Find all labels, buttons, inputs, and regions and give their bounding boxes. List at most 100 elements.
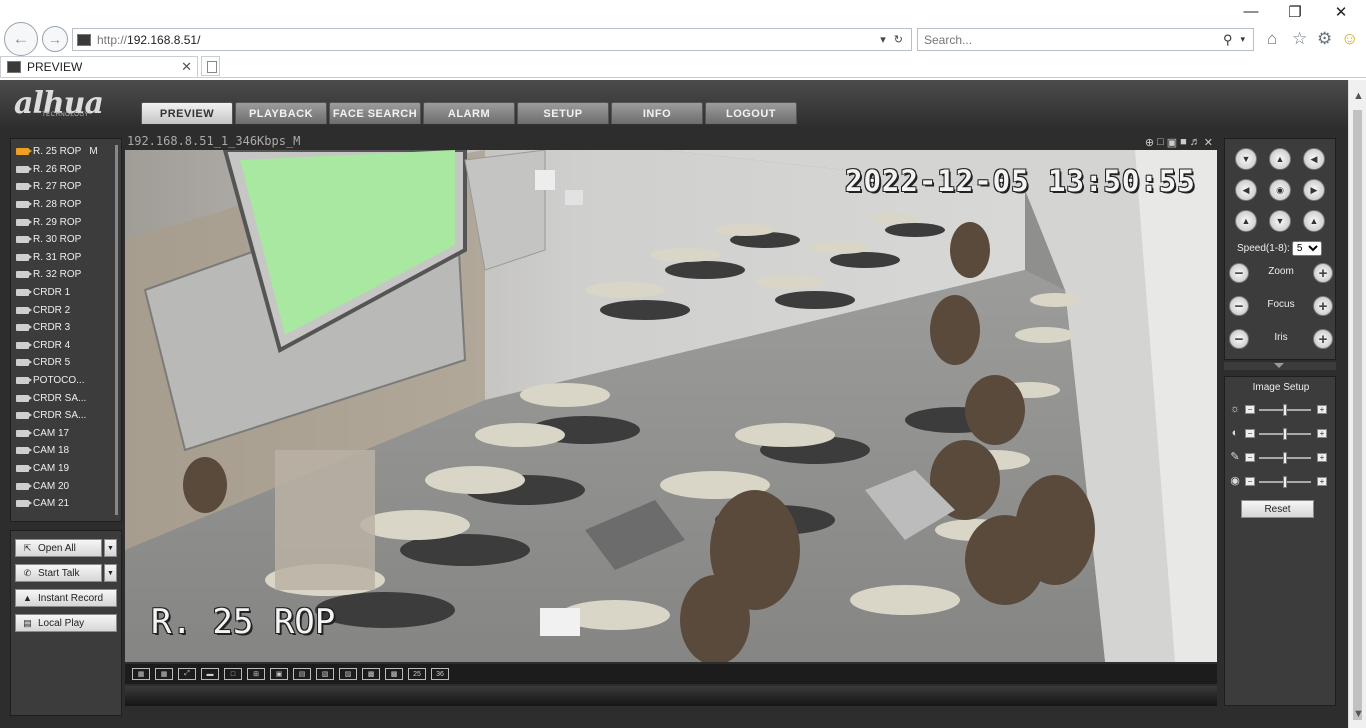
ptz-down-button[interactable]: ▼ — [1269, 210, 1291, 232]
camera-item[interactable]: CAM 21 — [11, 495, 115, 513]
split-mode-4-button[interactable]: ⊞ — [247, 668, 265, 680]
ptz-speed-select[interactable]: 5 — [1291, 241, 1322, 256]
camera-item[interactable]: CAM 19 — [11, 460, 115, 478]
open-all-button[interactable]: ⇱ Open All — [15, 539, 102, 557]
split-mode-full-button[interactable]: ⤢ — [178, 668, 196, 680]
saturation-slider-knob[interactable] — [1283, 452, 1287, 464]
camera-item[interactable]: CRDR 1 — [11, 284, 115, 302]
ptz-auto-button[interactable]: ◉ — [1269, 179, 1291, 201]
zoom-plus-button[interactable]: + — [1313, 263, 1333, 283]
restore-icon[interactable]: ❐ — [1280, 3, 1310, 21]
back-button[interactable]: ← — [4, 22, 38, 56]
camera-item[interactable]: CRDR 3 — [11, 319, 115, 337]
record-icon[interactable]: ■ — [1180, 136, 1187, 149]
camera-item[interactable]: R. 30 ROP — [11, 231, 115, 249]
favorites-star-icon[interactable]: ☆ — [1292, 29, 1307, 49]
camera-item[interactable]: R. 26 ROP — [11, 161, 115, 179]
camera-item[interactable]: CRDR 5 — [11, 354, 115, 372]
camera-list-scrollbar[interactable] — [115, 145, 118, 515]
brightness-decrease-button[interactable]: − — [1245, 405, 1255, 414]
contrast-decrease-button[interactable]: − — [1245, 429, 1255, 438]
iris-plus-button[interactable]: + — [1313, 329, 1333, 349]
split-mode-36-button[interactable]: 36 — [431, 668, 449, 680]
menu-preview[interactable]: PREVIEW — [141, 102, 233, 124]
instant-record-button[interactable]: ▲ Instant Record — [15, 589, 117, 607]
settings-gear-icon[interactable]: ⚙ — [1317, 29, 1332, 49]
camera-item[interactable]: R. 29 ROP — [11, 213, 115, 231]
split-mode-20-button[interactable]: ▩ — [385, 668, 403, 680]
live-video-frame[interactable]: 2022-12-05 13:50:55 R. 25 ROP — [125, 150, 1217, 662]
camera-item[interactable]: R. 31 ROP — [11, 249, 115, 267]
image-reset-button[interactable]: Reset — [1241, 500, 1314, 518]
split-mode-16-button[interactable]: ▩ — [362, 668, 380, 680]
forward-button[interactable]: → — [42, 26, 68, 52]
home-icon[interactable]: ⌂ — [1267, 29, 1277, 49]
search-input[interactable] — [924, 32, 1223, 47]
refresh-icon[interactable]: ↻ — [894, 33, 903, 46]
smiley-feedback-icon[interactable]: ☺ — [1341, 29, 1358, 49]
camera-item[interactable]: CRDR 2 — [11, 301, 115, 319]
open-all-dropdown[interactable]: ▼ — [104, 539, 117, 557]
address-dropdown-icon[interactable]: ▾ — [880, 33, 886, 46]
menu-alarm[interactable]: ALARM — [423, 102, 515, 124]
scroll-up-icon[interactable]: ▲ — [1353, 90, 1364, 102]
search-dropdown-icon[interactable]: ▾ — [1240, 34, 1245, 45]
camera-item[interactable]: CRDR 4 — [11, 337, 115, 355]
hue-slider-knob[interactable] — [1283, 476, 1287, 488]
zoom-in-icon[interactable]: ⊕ — [1145, 136, 1154, 149]
split-mode-8-button[interactable]: ▤ — [293, 668, 311, 680]
ptz-left-button[interactable]: ◀ — [1235, 179, 1257, 201]
scroll-down-icon[interactable]: ▼ — [1353, 708, 1364, 720]
camera-item[interactable]: R. 28 ROP — [11, 196, 115, 214]
camera-item[interactable]: CAM 18 — [11, 442, 115, 460]
start-talk-dropdown[interactable]: ▼ — [104, 564, 117, 582]
camera-item[interactable]: CAM 20 — [11, 477, 115, 495]
split-mode-6-button[interactable]: ▣ — [270, 668, 288, 680]
start-talk-button[interactable]: ✆ Start Talk — [15, 564, 102, 582]
contrast-slider-knob[interactable] — [1283, 428, 1287, 440]
close-video-icon[interactable]: ✕ — [1204, 136, 1213, 149]
snapshot-camera-icon[interactable]: ▣ — [1167, 136, 1177, 149]
camera-item[interactable]: CRDR SA... — [11, 389, 115, 407]
ptz-up-right-button[interactable]: ◀ — [1303, 148, 1325, 170]
camera-item[interactable]: POTOCO... — [11, 372, 115, 390]
brightness-increase-button[interactable]: + — [1317, 405, 1327, 414]
menu-setup[interactable]: SETUP — [517, 102, 609, 124]
menu-logout[interactable]: LOGOUT — [705, 102, 797, 124]
address-bar[interactable]: http://192.168.8.51/ ▾ ↻ — [72, 28, 912, 51]
brightness-slider-knob[interactable] — [1283, 404, 1287, 416]
page-scrollbar[interactable]: ▲ ▼ — [1348, 80, 1366, 728]
ptz-down-left-button[interactable]: ▲ — [1235, 210, 1257, 232]
split-mode-1-button[interactable]: □ — [224, 668, 242, 680]
camera-item[interactable]: R. 27 ROP — [11, 178, 115, 196]
minimize-icon[interactable]: — — [1236, 3, 1266, 20]
close-window-icon[interactable]: ✕ — [1326, 3, 1356, 21]
split-mode-13-button[interactable]: ▨ — [339, 668, 357, 680]
ptz-collapse-toggle[interactable] — [1224, 362, 1336, 370]
search-icon[interactable]: ⚲ — [1223, 32, 1233, 48]
split-mode-wide-button[interactable]: ▬ — [201, 668, 219, 680]
contrast-increase-button[interactable]: + — [1317, 429, 1327, 438]
close-tab-icon[interactable]: ✕ — [181, 59, 192, 75]
focus-plus-button[interactable]: + — [1313, 296, 1333, 316]
camera-item[interactable]: R. 25 ROP M — [11, 143, 115, 161]
scroll-thumb[interactable] — [1353, 110, 1362, 720]
window-icon[interactable]: □ — [1157, 136, 1164, 149]
saturation-increase-button[interactable]: + — [1317, 453, 1327, 462]
hue-increase-button[interactable]: + — [1317, 477, 1327, 486]
menu-info[interactable]: INFO — [611, 102, 703, 124]
local-play-button[interactable]: ▤ Local Play — [15, 614, 117, 632]
ptz-right-button[interactable]: ▶ — [1303, 179, 1325, 201]
browser-tab[interactable]: PREVIEW ✕ — [0, 56, 198, 77]
search-box[interactable]: ⚲ ▾ — [917, 28, 1254, 51]
camera-item[interactable]: R. 32 ROP — [11, 266, 115, 284]
ptz-up-button[interactable]: ▲ — [1269, 148, 1291, 170]
menu-face-search[interactable]: FACE SEARCH — [329, 102, 421, 124]
split-mode-9-button[interactable]: ▧ — [316, 668, 334, 680]
split-mode-2x2-button[interactable]: ▦ — [155, 668, 173, 680]
new-tab-button[interactable] — [201, 56, 220, 76]
camera-item[interactable]: CRDR SA... — [11, 407, 115, 425]
menu-playback[interactable]: PLAYBACK — [235, 102, 327, 124]
camera-item[interactable]: CAM 17 — [11, 425, 115, 443]
hue-decrease-button[interactable]: − — [1245, 477, 1255, 486]
